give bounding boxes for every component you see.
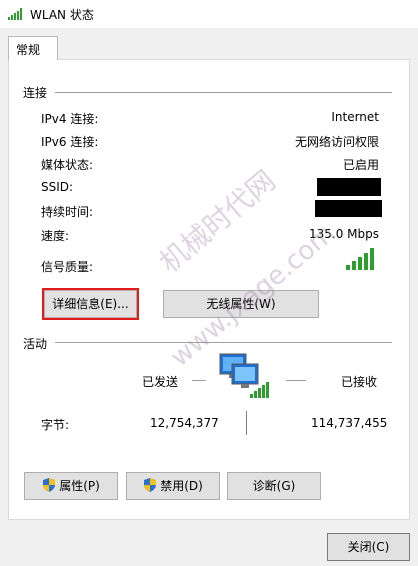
title-bar[interactable]: WLAN 状态 (0, 0, 418, 28)
network-computers-icon (219, 353, 269, 398)
close-button[interactable]: 关闭(C) (327, 533, 410, 561)
media-state-value: 已启用 (342, 158, 379, 172)
window-title: WLAN 状态 (30, 8, 94, 22)
section-divider (55, 92, 392, 93)
ipv6-label: IPv6 连接: (41, 135, 99, 149)
duration-redacted (315, 200, 382, 217)
speed-label: 速度: (41, 229, 70, 243)
connection-section-label: 连接 (23, 86, 48, 100)
disable-button-label: 禁用(D) (160, 479, 203, 493)
ssid-redacted (317, 178, 381, 196)
wifi-signal-icon (8, 8, 22, 20)
media-state-label: 媒体状态: (41, 158, 94, 172)
signal-quality-label: 信号质量: (41, 260, 94, 274)
bytes-received-value: 114,737,455 (311, 416, 388, 430)
properties-button[interactable]: 属性(P) (24, 472, 118, 500)
uac-shield-icon (144, 478, 157, 492)
bytes-sent-value: 12,754,377 (150, 416, 219, 430)
diagnose-button[interactable]: 诊断(G) (227, 472, 321, 500)
received-label: 已接收 (341, 375, 378, 389)
ipv4-value: Internet (331, 110, 379, 124)
bytes-divider (246, 411, 247, 435)
ipv4-label: IPv4 连接: (41, 112, 99, 126)
tab-general[interactable]: 常规 (8, 36, 58, 60)
details-button[interactable]: 详细信息(E)... (42, 288, 139, 320)
received-connector-line (286, 380, 306, 381)
speed-value: 135.0 Mbps (308, 227, 379, 241)
sent-label: 已发送 (142, 375, 179, 389)
tab-label: 常规 (16, 43, 41, 57)
wireless-properties-button[interactable]: 无线属性(W) (163, 290, 319, 318)
uac-shield-icon (43, 478, 56, 492)
section-divider (55, 342, 392, 343)
disable-button[interactable]: 禁用(D) (126, 472, 220, 500)
properties-button-label: 属性(P) (59, 479, 100, 493)
ipv6-value: 无网络访问权限 (294, 135, 379, 149)
bytes-label: 字节: (41, 418, 70, 432)
sent-connector-line (192, 380, 206, 381)
activity-section-label: 活动 (23, 337, 48, 351)
duration-label: 持续时间: (41, 205, 94, 219)
ssid-label: SSID: (41, 180, 74, 194)
signal-strength-icon (346, 248, 374, 270)
